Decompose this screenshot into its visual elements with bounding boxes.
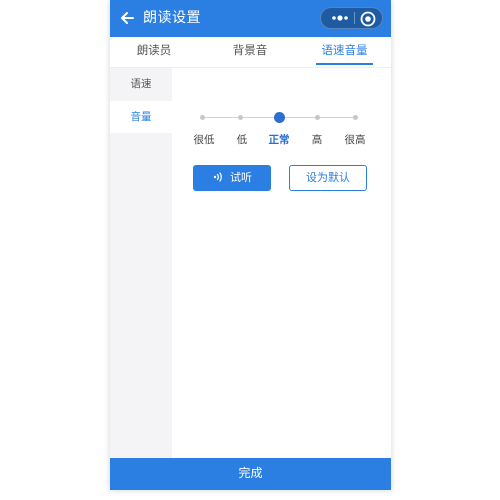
sound-wave-icon (213, 172, 222, 182)
mini-program-capsule (320, 7, 383, 29)
back-arrow-icon[interactable] (118, 9, 136, 27)
sidebar-item-speed[interactable]: 语速 (110, 68, 172, 100)
slider-step-dot[interactable] (353, 115, 358, 120)
speed-option-low[interactable]: 低 (222, 132, 262, 147)
preview-button[interactable]: 试听 (193, 165, 271, 191)
nav-header: 朗读设置 (110, 0, 391, 37)
sidebar-item-volume[interactable]: 音量 (110, 101, 172, 133)
done-button[interactable]: 完成 (110, 458, 391, 490)
page-title: 朗读设置 (143, 10, 201, 26)
slider-step-dot[interactable] (315, 115, 320, 120)
slider-step-dot[interactable] (238, 115, 243, 120)
tab-reader[interactable]: 朗读员 (126, 37, 182, 67)
target-close-icon[interactable] (359, 10, 377, 28)
slider-step-dot[interactable] (200, 115, 205, 120)
set-default-button[interactable]: 设为默认 (289, 165, 367, 191)
more-dots-icon[interactable] (327, 8, 353, 28)
tab-bar: 朗读员 背景音 语速音量 (110, 37, 391, 68)
speed-option-normal[interactable]: 正常 (259, 132, 299, 147)
speed-option-very-high[interactable]: 很高 (335, 132, 375, 147)
tab-speed-volume[interactable]: 语速音量 (316, 37, 373, 67)
sidebar: 语速 音量 (110, 68, 172, 458)
capsule-divider (354, 12, 355, 24)
slider-thumb[interactable] (274, 112, 285, 123)
preview-button-label: 试听 (230, 171, 252, 184)
speed-slider[interactable] (200, 108, 358, 128)
settings-panel: 很低 低 正常 高 很高 试听 设为默认 (172, 68, 391, 458)
phone-screen: 朗读设置 朗读员 背景音 语速音量 语速 音量 很低 低 正常 高 很高 试听 … (110, 0, 391, 490)
tab-background-sound[interactable]: 背景音 (222, 37, 278, 67)
speed-option-very-low[interactable]: 很低 (184, 132, 224, 147)
speed-option-high[interactable]: 高 (297, 132, 337, 147)
